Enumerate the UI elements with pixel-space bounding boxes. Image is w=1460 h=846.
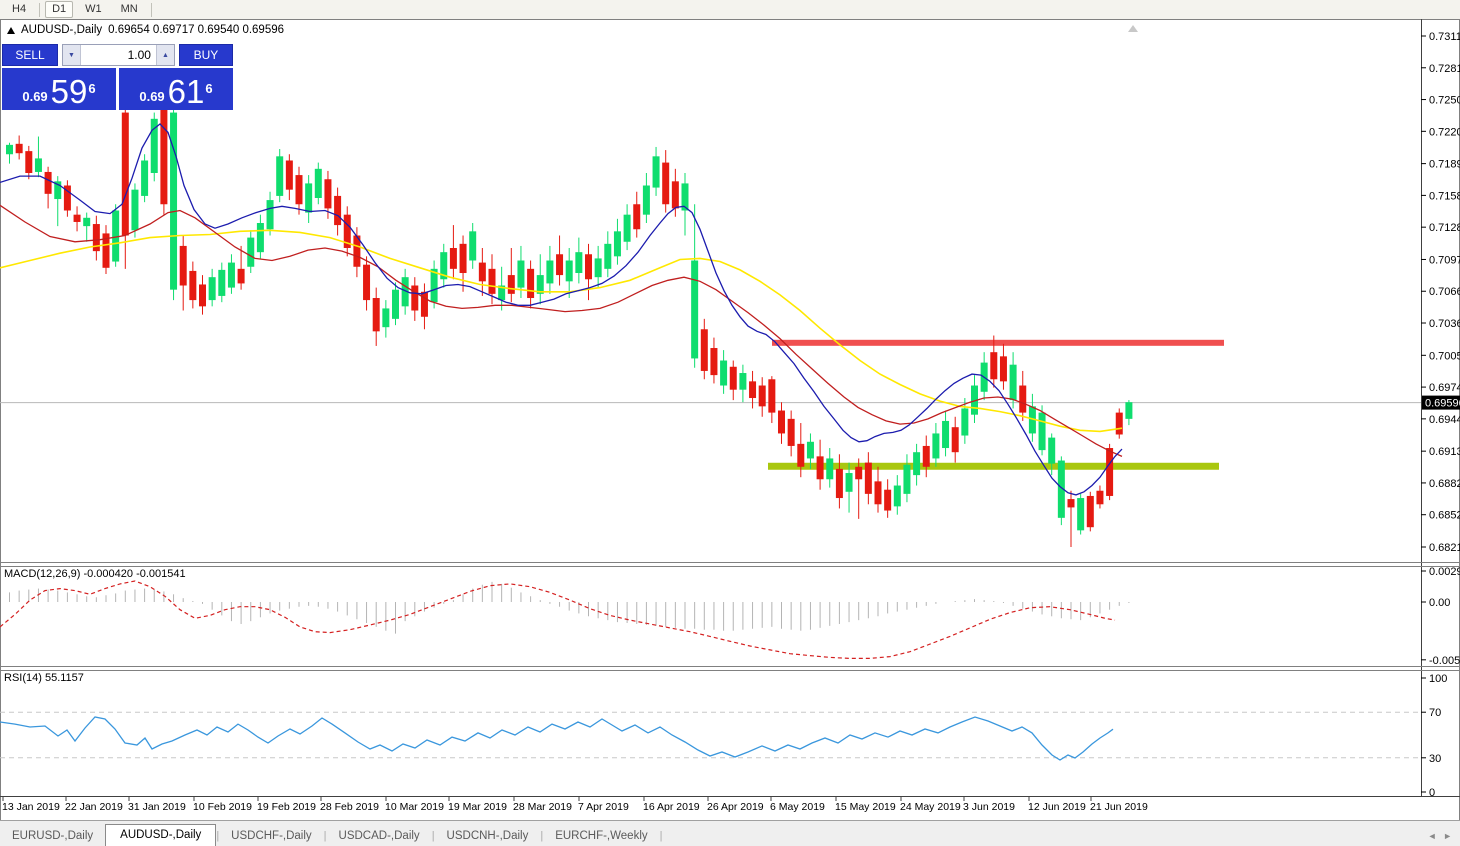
svg-text:100: 100 — [1429, 673, 1447, 685]
svg-text:0.71890: 0.71890 — [1429, 159, 1460, 171]
chart-tab-eurusd[interactable]: EURUSD-,Daily — [0, 826, 105, 846]
toolbar-separator — [151, 3, 152, 17]
buy-button[interactable]: BUY — [179, 44, 233, 66]
symbol-name: AUDUSD-,Daily — [21, 24, 102, 36]
one-click-trading-panel: SELL ▼ 1.00 ▲ BUY 0.69596 0.69616 — [2, 44, 233, 110]
ohlc-values: 0.69654 0.69717 0.69540 0.69596 — [108, 24, 284, 36]
svg-text:0.68210: 0.68210 — [1429, 542, 1460, 554]
svg-text:10 Feb 2019: 10 Feb 2019 — [193, 801, 252, 813]
svg-text:19 Mar 2019: 19 Mar 2019 — [448, 801, 507, 813]
tab-scroll-arrows-icon[interactable]: ◄ ► — [1428, 831, 1454, 846]
sell-price-big: 59 — [51, 77, 88, 107]
svg-text:0.00: 0.00 — [1429, 597, 1450, 609]
svg-text:31 Jan 2019: 31 Jan 2019 — [128, 801, 186, 813]
buy-price-base: 0.69 — [139, 87, 164, 107]
rsi-panel: 100 70 30 0 — [0, 673, 1447, 799]
volume-spinner: ▼ 1.00 ▲ — [62, 44, 175, 66]
svg-text:13 Jan 2019: 13 Jan 2019 — [2, 801, 60, 813]
svg-text:0.68825: 0.68825 — [1429, 478, 1460, 490]
svg-text:0.70970: 0.70970 — [1429, 254, 1460, 266]
chart-tab-usdcnh[interactable]: USDCNH-,Daily — [435, 826, 541, 846]
svg-text:12 Jun 2019: 12 Jun 2019 — [1028, 801, 1086, 813]
svg-text:22 Jan 2019: 22 Jan 2019 — [65, 801, 123, 813]
volume-increase-icon[interactable]: ▲ — [156, 45, 174, 65]
chart-tab-audusd[interactable]: AUDUSD-,Daily — [105, 824, 216, 846]
svg-text:0.71585: 0.71585 — [1429, 190, 1460, 202]
svg-text:19 Feb 2019: 19 Feb 2019 — [257, 801, 316, 813]
svg-text:70: 70 — [1429, 707, 1441, 719]
macd-panel: 0.002984 0.00 -0.005256 — [0, 566, 1460, 667]
chart-tab-eurchf[interactable]: EURCHF-,Weekly — [543, 826, 659, 846]
svg-text:0.70360: 0.70360 — [1429, 318, 1460, 330]
svg-text:0.72810: 0.72810 — [1429, 63, 1460, 75]
buy-price-big: 61 — [168, 77, 205, 107]
ma-red-line — [0, 205, 1122, 456]
svg-text:0.69596: 0.69596 — [1425, 398, 1460, 410]
svg-text:21 Jun 2019: 21 Jun 2019 — [1090, 801, 1148, 813]
svg-text:0.69130: 0.69130 — [1429, 446, 1460, 458]
current-price-badge: 0.69596 — [1422, 396, 1460, 410]
svg-text:0.70665: 0.70665 — [1429, 286, 1460, 298]
rsi-label: RSI(14) 55.1157 — [4, 672, 84, 684]
rsi-line — [0, 717, 1113, 760]
svg-text:0.73115: 0.73115 — [1429, 31, 1460, 43]
svg-text:0.69440: 0.69440 — [1429, 414, 1460, 426]
svg-text:0.72505: 0.72505 — [1429, 95, 1460, 107]
svg-text:0.72200: 0.72200 — [1429, 126, 1460, 138]
support-line — [768, 463, 1219, 470]
trading-platform-window: H4D1W1MN 0.731150.728100.725050.722000.7… — [0, 0, 1460, 846]
timeframe-toolbar: H4 D1 W1 MN — [0, 0, 1460, 20]
svg-text:30: 30 — [1429, 753, 1441, 765]
toolbar-separator — [39, 3, 40, 17]
svg-text:26 Apr 2019: 26 Apr 2019 — [707, 801, 764, 813]
symbol-triangle-icon — [7, 27, 15, 34]
buy-price-sup: 6 — [205, 71, 212, 107]
sell-price-sup: 6 — [88, 71, 95, 107]
volume-input[interactable]: 1.00 — [81, 45, 156, 65]
timeframe-button-h4[interactable]: H4 — [5, 1, 33, 18]
date-axis[interactable]: 13 Jan 2019 22 Jan 2019 31 Jan 2019 10 Feb … — [2, 796, 1148, 813]
svg-text:0.70050: 0.70050 — [1429, 350, 1460, 362]
macd-signal-line — [0, 581, 1115, 658]
timeframe-button-d1[interactable]: D1 — [45, 1, 73, 18]
chart-tab-usdcad[interactable]: USDCAD-,Daily — [327, 826, 432, 846]
svg-text:-0.005256: -0.005256 — [1429, 655, 1460, 667]
timeframe-button-w1[interactable]: W1 — [78, 1, 109, 18]
buy-price-display[interactable]: 0.69616 — [119, 68, 233, 110]
svg-text:16 Apr 2019: 16 Apr 2019 — [643, 801, 700, 813]
volume-decrease-icon[interactable]: ▼ — [63, 45, 81, 65]
chart-tab-usdchf[interactable]: USDCHF-,Daily — [219, 826, 324, 846]
sell-price-base: 0.69 — [22, 87, 47, 107]
scroll-to-end-icon[interactable] — [1128, 25, 1138, 32]
chart-title: AUDUSD-,Daily 0.69654 0.69717 0.69540 0.… — [7, 24, 284, 36]
svg-text:28 Mar 2019: 28 Mar 2019 — [513, 801, 572, 813]
svg-text:15 May 2019: 15 May 2019 — [835, 801, 896, 813]
svg-text:6 May 2019: 6 May 2019 — [770, 801, 825, 813]
svg-text:0.002984: 0.002984 — [1429, 566, 1460, 578]
chart-frame — [0, 19, 1460, 820]
svg-text:3 Jun 2019: 3 Jun 2019 — [963, 801, 1015, 813]
svg-text:24 May 2019: 24 May 2019 — [900, 801, 961, 813]
svg-text:10 Mar 2019: 10 Mar 2019 — [385, 801, 444, 813]
tab-separator: | — [660, 830, 663, 846]
svg-text:0: 0 — [1429, 787, 1435, 799]
svg-text:0.68520: 0.68520 — [1429, 510, 1460, 522]
macd-label: MACD(12,26,9) -0.000420 -0.001541 — [4, 568, 186, 580]
timeframe-button-mn[interactable]: MN — [114, 1, 145, 18]
sell-button[interactable]: SELL — [2, 44, 58, 66]
sell-price-display[interactable]: 0.69596 — [2, 68, 116, 110]
candles-layer — [6, 103, 1132, 547]
chart-canvas[interactable]: 0.73115 0.72810 0.72505 0.72200 0.71890 0.715… — [0, 19, 1460, 820]
svg-text:7 Apr 2019: 7 Apr 2019 — [578, 801, 629, 813]
chart-window: 0.73115 0.72810 0.72505 0.72200 0.71890 0.715… — [0, 19, 1460, 820]
svg-text:0.69745: 0.69745 — [1429, 382, 1460, 394]
chart-tab-bar: EURUSD-,DailyAUDUSD-,Daily | USDCHF-,Daily… — [0, 820, 1460, 846]
svg-text:28 Feb 2019: 28 Feb 2019 — [320, 801, 379, 813]
price-axis: 0.73115 0.72810 0.72505 0.72200 0.71890 0.715… — [1421, 31, 1460, 554]
svg-text:0.71280: 0.71280 — [1429, 222, 1460, 234]
